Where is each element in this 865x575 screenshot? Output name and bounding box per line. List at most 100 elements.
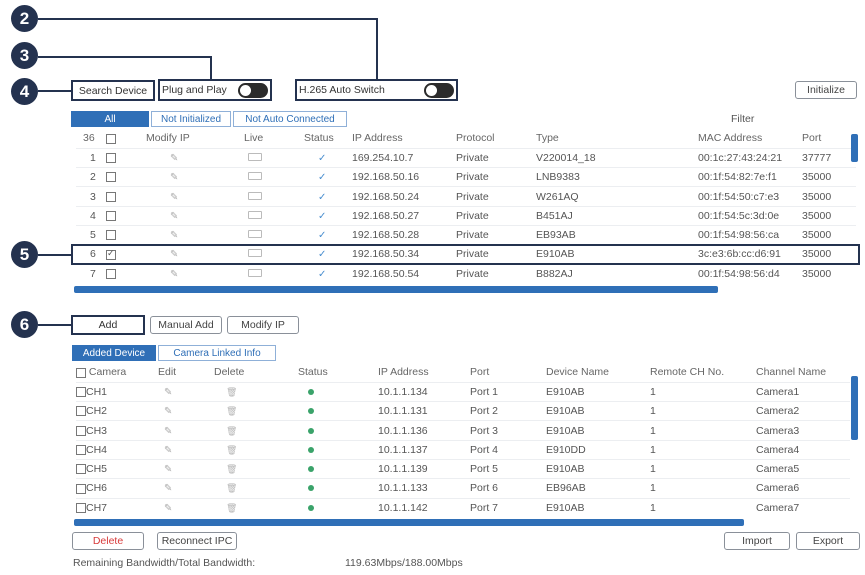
row-checkbox[interactable] bbox=[106, 211, 116, 222]
tab-added-device[interactable]: Added Device bbox=[72, 345, 156, 361]
table-row[interactable]: CH7 ✎ 🗑 10.1.1.142 Port 7 E910AB 1 Camera7 bbox=[76, 498, 850, 517]
table-row[interactable]: CH5 ✎ 🗑 10.1.1.139 Port 5 E910AB 1 Camera5 bbox=[76, 459, 850, 478]
callout-5: 5 bbox=[11, 241, 38, 268]
edit-pencil-icon[interactable]: ✎ bbox=[164, 426, 172, 437]
delete-button[interactable]: Delete bbox=[72, 532, 144, 550]
modify-ip-button[interactable]: Modify IP bbox=[227, 316, 299, 334]
table-row[interactable]: 4 ✎ ✓ 192.168.50.27 Private B451AJ 00:1f:54:5c… bbox=[76, 206, 856, 225]
camera-checkbox[interactable] bbox=[76, 406, 86, 417]
modify-ip-pencil-icon[interactable]: ✎ bbox=[170, 230, 178, 241]
reconnect-ipc-button[interactable]: Reconnect IPC bbox=[157, 532, 237, 550]
import-button[interactable]: Import bbox=[724, 532, 790, 550]
manual-add-button[interactable]: Manual Add bbox=[150, 316, 222, 334]
live-preview-icon[interactable] bbox=[248, 268, 262, 277]
tab-camera-linked-info[interactable]: Camera Linked Info bbox=[158, 345, 276, 361]
live-preview-icon[interactable] bbox=[248, 172, 262, 181]
remote-ch-no: 1 bbox=[650, 385, 656, 398]
camera-checkbox[interactable] bbox=[76, 425, 86, 436]
delete-trash-icon[interactable]: 🗑 bbox=[226, 503, 237, 513]
device-ip: 10.1.1.131 bbox=[378, 405, 428, 418]
col-device-status: Status bbox=[298, 366, 328, 379]
initialize-button[interactable]: Initialize bbox=[795, 81, 857, 99]
status-online-icon bbox=[308, 427, 314, 434]
export-button[interactable]: Export bbox=[796, 532, 860, 550]
tab-not-initialized[interactable]: Not Initialized bbox=[151, 111, 231, 127]
tab-all[interactable]: All bbox=[71, 111, 149, 127]
edit-pencil-icon[interactable]: ✎ bbox=[164, 406, 172, 417]
search-device-button[interactable]: Search Device bbox=[71, 80, 155, 101]
plug-and-play-toggle[interactable] bbox=[238, 83, 268, 98]
h265-auto-switch-label: H.265 Auto Switch bbox=[299, 84, 385, 96]
mac-address: 00:1f:54:82:7e:f1 bbox=[698, 171, 777, 184]
delete-trash-icon[interactable]: 🗑 bbox=[226, 426, 237, 436]
port: 35000 bbox=[802, 267, 832, 280]
add-button[interactable]: Add bbox=[71, 315, 145, 335]
camera-checkbox[interactable] bbox=[76, 483, 86, 494]
camera-checkbox[interactable] bbox=[76, 503, 86, 514]
table-row[interactable]: CH6 ✎ 🗑 10.1.1.133 Port 6 EB96AB 1 Camera6 bbox=[76, 478, 850, 498]
table-row[interactable]: CH3 ✎ 🗑 10.1.1.136 Port 3 E910AB 1 Camera3 bbox=[76, 420, 850, 440]
channel-name: Camera3 bbox=[756, 424, 800, 437]
protocol: Private bbox=[456, 151, 489, 164]
delete-trash-icon[interactable]: 🗑 bbox=[226, 387, 237, 397]
delete-trash-icon[interactable]: 🗑 bbox=[226, 406, 237, 416]
camera-checkbox[interactable] bbox=[76, 445, 86, 456]
device-port: Port 1 bbox=[470, 385, 499, 398]
edit-pencil-icon[interactable]: ✎ bbox=[164, 483, 172, 494]
table-row[interactable]: 2 ✎ ✓ 192.168.50.16 Private LNB9383 00:1f:54:8… bbox=[76, 167, 856, 187]
camera-channel: CH1 bbox=[86, 385, 108, 398]
modify-ip-pencil-icon[interactable]: ✎ bbox=[170, 211, 178, 222]
row-checkbox[interactable] bbox=[106, 269, 116, 280]
modify-ip-pencil-icon[interactable]: ✎ bbox=[170, 172, 178, 183]
delete-trash-icon[interactable]: 🗑 bbox=[226, 464, 237, 474]
h265-auto-switch-toggle[interactable] bbox=[424, 83, 454, 98]
device-port: Port 5 bbox=[470, 463, 499, 476]
select-all-cameras-checkbox[interactable] bbox=[76, 367, 86, 378]
modify-ip-pencil-icon[interactable]: ✎ bbox=[170, 153, 178, 164]
device-table-hscroll[interactable] bbox=[74, 519, 744, 526]
camera-checkbox[interactable] bbox=[76, 387, 86, 398]
delete-trash-icon[interactable]: 🗑 bbox=[226, 445, 237, 455]
row-checkbox[interactable] bbox=[106, 191, 116, 202]
tab-not-auto-connected[interactable]: Not Auto Connected bbox=[233, 111, 347, 127]
plug-and-play-label: Plug and Play bbox=[162, 84, 227, 96]
row-number: 4 bbox=[90, 209, 96, 222]
row-number: 5 bbox=[90, 229, 96, 242]
device-ip: 10.1.1.137 bbox=[378, 443, 428, 456]
table-row[interactable]: 7 ✎ ✓ 192.168.50.54 Private B882AJ 00:1f:54:98… bbox=[76, 264, 856, 283]
status-online-icon bbox=[308, 466, 314, 473]
edit-pencil-icon[interactable]: ✎ bbox=[164, 464, 172, 475]
add-label: Add bbox=[98, 319, 118, 331]
device-type: W261AQ bbox=[536, 190, 579, 203]
table-row[interactable]: 5 ✎ ✓ 192.168.50.28 Private EB93AB 00:1f:54:98… bbox=[76, 225, 856, 244]
device-table-vscroll[interactable] bbox=[851, 376, 858, 440]
select-all-checkbox[interactable] bbox=[106, 133, 116, 144]
table-row[interactable]: 1 ✎ ✓ 169.254.10.7 Private V220014_18 00:1c:27… bbox=[76, 148, 856, 167]
edit-pencil-icon[interactable]: ✎ bbox=[164, 387, 172, 398]
device-ip: 10.1.1.134 bbox=[378, 385, 428, 398]
device-ip: 10.1.1.139 bbox=[378, 463, 428, 476]
edit-pencil-icon[interactable]: ✎ bbox=[164, 503, 172, 514]
row-checkbox[interactable] bbox=[106, 153, 116, 164]
table-row[interactable]: CH2 ✎ 🗑 10.1.1.131 Port 2 E910AB 1 Camera2 bbox=[76, 401, 850, 421]
camera-checkbox[interactable] bbox=[76, 464, 86, 475]
edit-pencil-icon[interactable]: ✎ bbox=[164, 445, 172, 456]
modify-ip-pencil-icon[interactable]: ✎ bbox=[170, 192, 178, 203]
delete-trash-icon[interactable]: 🗑 bbox=[226, 483, 237, 493]
live-preview-icon[interactable] bbox=[248, 191, 262, 200]
search-table-hscroll[interactable] bbox=[74, 286, 718, 293]
row-checkbox[interactable] bbox=[106, 172, 116, 183]
live-preview-icon[interactable] bbox=[248, 230, 262, 239]
camera-channel: CH3 bbox=[86, 424, 108, 437]
device-ip: 10.1.1.136 bbox=[378, 424, 428, 437]
device-name: E910AB bbox=[546, 405, 585, 418]
remote-ch-no: 1 bbox=[650, 463, 656, 476]
table-row[interactable]: 3 ✎ ✓ 192.168.50.24 Private W261AQ 00:1f:54:50… bbox=[76, 186, 856, 206]
table-row[interactable]: CH1 ✎ 🗑 10.1.1.134 Port 1 E910AB 1 Camera1 bbox=[76, 382, 850, 401]
row-checkbox[interactable] bbox=[106, 230, 116, 241]
search-table-vscroll[interactable] bbox=[851, 134, 858, 162]
table-row[interactable]: CH4 ✎ 🗑 10.1.1.137 Port 4 E910DD 1 Camera4 bbox=[76, 440, 850, 459]
live-preview-icon[interactable] bbox=[248, 210, 262, 219]
live-preview-icon[interactable] bbox=[248, 152, 262, 161]
modify-ip-pencil-icon[interactable]: ✎ bbox=[170, 269, 178, 280]
